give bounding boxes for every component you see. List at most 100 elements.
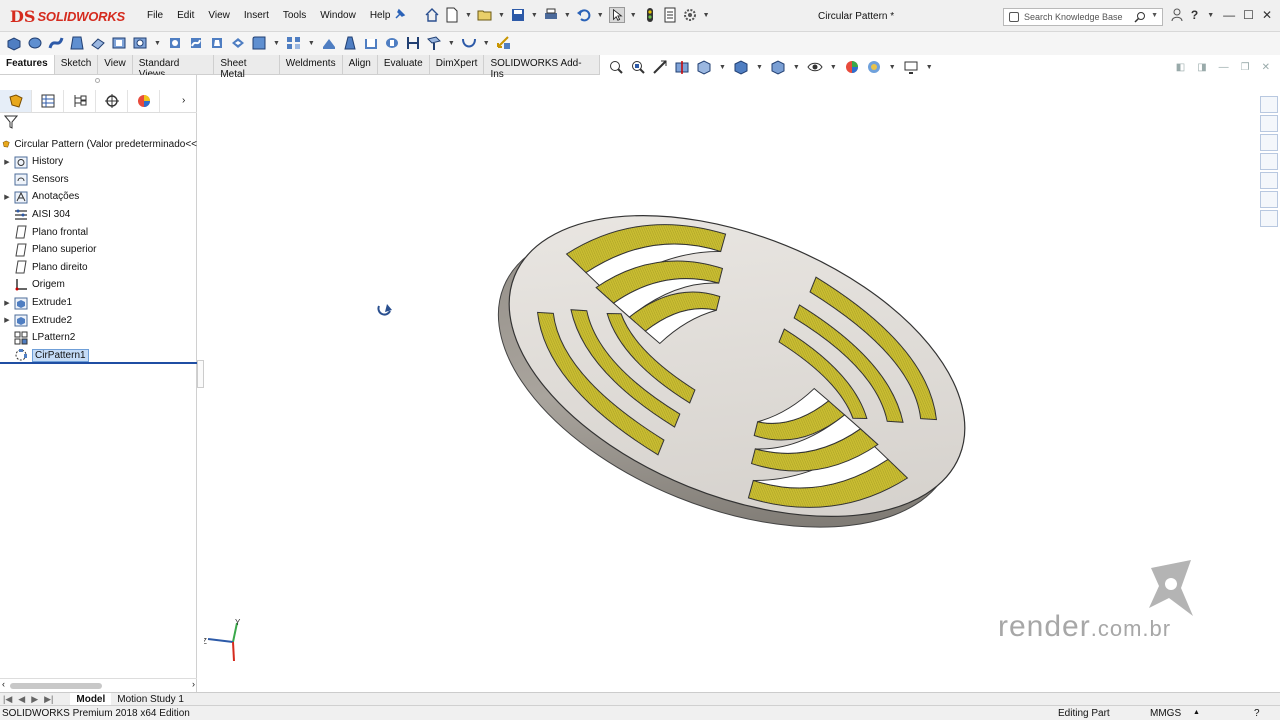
wrap-icon[interactable] — [384, 35, 400, 51]
apply-scene-dropdown-icon[interactable]: ▼ — [889, 64, 896, 71]
appearances-scenes-icon[interactable] — [1260, 172, 1278, 189]
hole-dropdown-icon[interactable]: ▼ — [154, 40, 161, 47]
pattern-dropdown-icon[interactable]: ▼ — [308, 40, 315, 47]
tree-item-history[interactable]: ▶ History — [0, 153, 197, 171]
reference-geometry-dropdown-icon[interactable]: ▼ — [448, 40, 455, 47]
swept-boss-icon[interactable] — [48, 35, 64, 51]
panel-collapse-handle[interactable] — [197, 360, 204, 388]
display-style-icon[interactable] — [770, 59, 786, 75]
viewport-restore-icon[interactable]: ◧ — [1176, 62, 1185, 73]
tab-sheet-metal[interactable]: Sheet Metal — [214, 55, 280, 80]
tree-item-annotations[interactable]: ▶ Anotações — [0, 188, 197, 206]
tab-standard-views[interactable]: Standard Views — [132, 55, 215, 80]
hide-show-dropdown-icon[interactable]: ▼ — [830, 64, 837, 71]
zoom-to-area-icon[interactable] — [630, 59, 646, 75]
print-icon[interactable] — [543, 7, 559, 23]
select-dropdown-icon[interactable]: ▼ — [630, 12, 637, 19]
edit-appearance-icon[interactable] — [844, 59, 860, 75]
view-orientation-icon[interactable] — [733, 59, 749, 75]
menu-view[interactable]: View — [201, 10, 237, 21]
tab-weldments[interactable]: Weldments — [279, 55, 343, 74]
tree-item-lpattern2[interactable]: LPattern2 — [0, 329, 197, 347]
tree-item-extrude1[interactable]: ▶ Extrude1 — [0, 294, 197, 312]
viewport-close-icon[interactable]: ✕ — [1262, 62, 1270, 73]
rebuild-icon[interactable] — [642, 7, 658, 23]
graphics-area[interactable]: Y Z — [202, 75, 1254, 692]
scroll-right-icon[interactable]: › — [192, 679, 195, 689]
tab-nav-first-icon[interactable]: |◀ — [0, 694, 15, 705]
hole-wizard-icon[interactable] — [132, 35, 148, 51]
tab-dimxpert[interactable]: DimXpert — [429, 55, 485, 74]
custom-properties-icon[interactable] — [1260, 191, 1278, 208]
menu-edit[interactable]: Edit — [170, 10, 201, 21]
tab-sketch[interactable]: Sketch — [54, 55, 99, 74]
file-properties-icon[interactable] — [662, 7, 678, 23]
expand-arrow-icon[interactable]: ▶ — [0, 316, 14, 324]
menu-tools[interactable]: Tools — [276, 10, 313, 21]
tree-item-origin[interactable]: Origem — [0, 276, 197, 294]
help-dropdown-icon[interactable]: ▼ — [1207, 12, 1214, 19]
tree-root-part[interactable]: Circular Pattern (Valor predeterminado<< — [0, 135, 197, 153]
tab-nav-next-icon[interactable]: ▶ — [28, 694, 41, 705]
print-dropdown-icon[interactable]: ▼ — [564, 12, 571, 19]
viewport-maximize-icon[interactable]: ❐ — [1241, 62, 1250, 73]
extruded-boss-icon[interactable] — [6, 35, 22, 51]
viewport-tile-icon[interactable]: ◨ — [1197, 62, 1206, 73]
feature-tree-horizontal-scrollbar[interactable]: ‹ › — [0, 678, 197, 692]
curves-dropdown-icon[interactable]: ▼ — [483, 40, 490, 47]
linear-pattern-icon[interactable] — [286, 35, 302, 51]
rib-icon[interactable] — [321, 35, 337, 51]
fillet-icon[interactable] — [251, 35, 267, 51]
display-style-dropdown-icon[interactable]: ▼ — [793, 64, 800, 71]
tree-item-right-plane[interactable]: Plano direito — [0, 259, 197, 277]
panel-expand-chevron-icon[interactable]: › — [182, 95, 185, 106]
file-explorer-icon[interactable] — [1260, 134, 1278, 151]
tab-evaluate[interactable]: Evaluate — [377, 55, 430, 74]
tree-item-extrude2[interactable]: ▶ Extrude2 — [0, 311, 197, 329]
tab-display-manager[interactable] — [128, 89, 160, 112]
tree-item-top-plane[interactable]: Plano superior — [0, 241, 197, 259]
scrollbar-thumb[interactable] — [10, 683, 102, 689]
minimize-icon[interactable]: — — [1223, 8, 1235, 22]
swept-cut-icon[interactable] — [188, 35, 204, 51]
select-cursor-icon[interactable] — [608, 7, 625, 23]
view-orientation-dropdown-icon[interactable]: ▼ — [756, 64, 763, 71]
solidworks-resources-icon[interactable] — [1260, 96, 1278, 113]
new-document-icon[interactable] — [444, 7, 460, 23]
filter-icon[interactable] — [4, 115, 18, 129]
rollback-bar[interactable] — [0, 362, 197, 364]
menu-window[interactable]: Window — [313, 10, 363, 21]
search-knowledge-base-input[interactable]: Search Knowledge Base ▼ — [1003, 8, 1163, 26]
tree-item-front-plane[interactable]: Plano frontal — [0, 223, 197, 241]
home-icon[interactable] — [424, 7, 440, 23]
tab-motion-study-1[interactable]: Motion Study 1 — [111, 693, 190, 706]
tab-configuration-manager[interactable] — [64, 89, 96, 112]
tab-feature-manager[interactable] — [0, 89, 32, 112]
tab-property-manager[interactable] — [32, 89, 64, 112]
revolved-cut-icon[interactable] — [167, 35, 183, 51]
lofted-cut-icon[interactable] — [209, 35, 225, 51]
help-icon[interactable]: ? — [1191, 8, 1198, 22]
expand-arrow-icon[interactable]: ▶ — [0, 158, 14, 166]
undo-dropdown-icon[interactable]: ▼ — [597, 12, 604, 19]
previous-view-icon[interactable] — [652, 59, 668, 75]
extruded-cut-icon[interactable] — [111, 35, 127, 51]
status-help-icon[interactable]: ? — [1254, 708, 1260, 719]
tab-align[interactable]: Align — [342, 55, 378, 74]
revolved-boss-icon[interactable] — [27, 35, 43, 51]
user-icon[interactable] — [1171, 8, 1183, 22]
new-dropdown-icon[interactable]: ▼ — [465, 12, 472, 19]
open-folder-icon[interactable] — [477, 7, 493, 23]
circular-pattern-part-render[interactable]: Y Z — [202, 75, 1254, 692]
curves-icon[interactable] — [461, 35, 477, 51]
tab-model[interactable]: Model — [70, 692, 112, 706]
view-palette-icon[interactable] — [1260, 153, 1278, 170]
shell-icon[interactable] — [363, 35, 379, 51]
boundary-boss-icon[interactable] — [90, 35, 106, 51]
apply-scene-icon[interactable] — [866, 59, 882, 75]
design-library-icon[interactable] — [1260, 115, 1278, 132]
scroll-left-icon[interactable]: ‹ — [2, 679, 5, 689]
fillet-dropdown-icon[interactable]: ▼ — [273, 40, 280, 47]
options-dropdown-icon[interactable]: ▼ — [703, 12, 710, 19]
view-settings-icon[interactable] — [903, 59, 919, 75]
